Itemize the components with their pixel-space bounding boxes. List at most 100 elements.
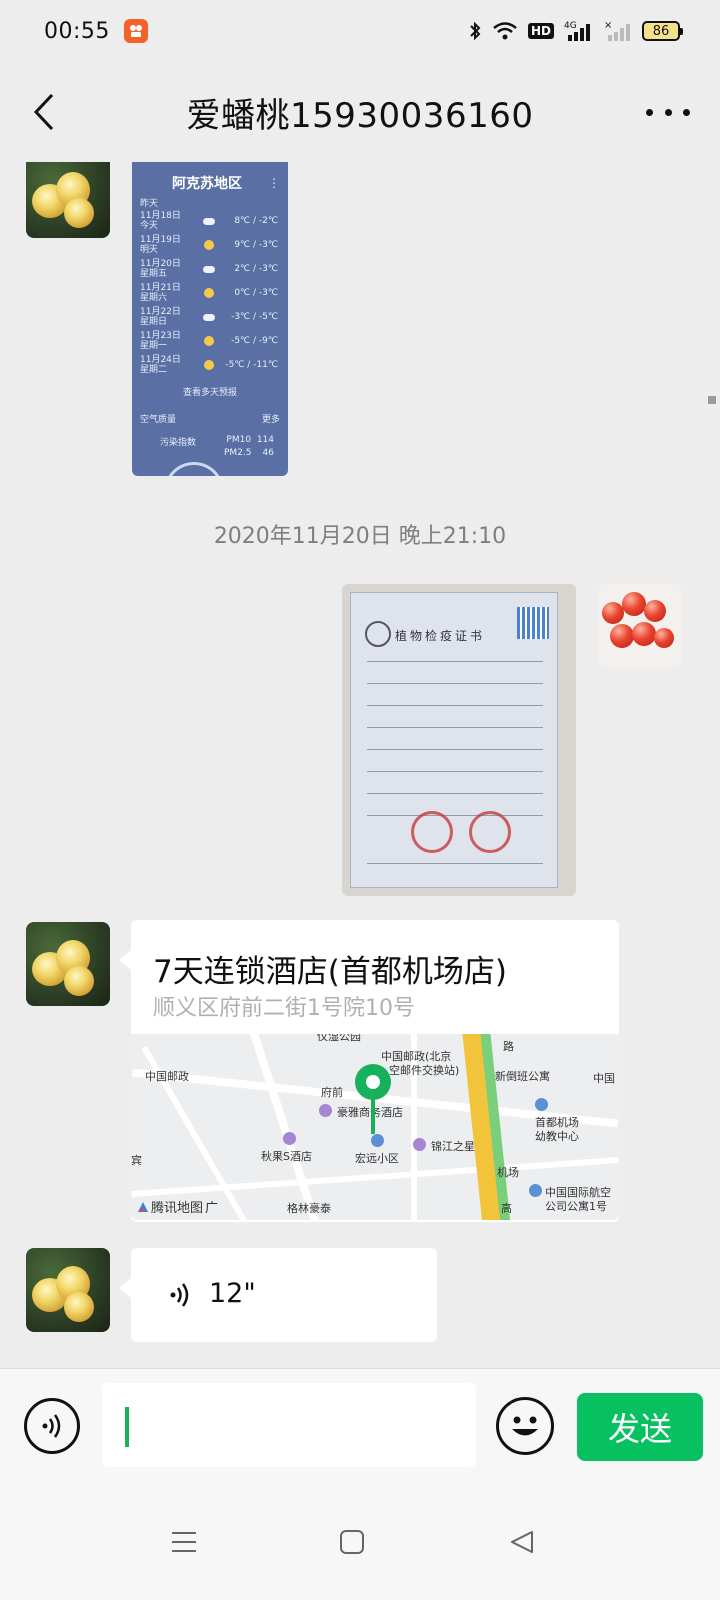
voice-icon [42, 1414, 61, 1438]
weather-temp: -3℃ / -5℃ [231, 312, 278, 322]
location-pin-stem [371, 1098, 375, 1134]
map-label: 宾 [131, 1154, 142, 1167]
weather-region: 阿克苏地区 [172, 176, 242, 192]
weather-forecast-list: 11月18日 今天 8℃ / -2℃ 11月19日 明天 9℃ / -3℃ 11月20日 星期… [140, 209, 280, 377]
pm25-value: 46 [262, 448, 274, 458]
menu-lines-icon [172, 1532, 196, 1552]
weather-row: 11月19日 明天 9℃ / -3℃ [140, 233, 280, 257]
red-stamp-icon [469, 811, 511, 853]
battery-icon: 86 [642, 21, 683, 41]
map-label: 路 [503, 1040, 514, 1053]
sun-icon [204, 240, 214, 250]
weather-row: 11月23日 星期一 -5℃ / -9℃ [140, 329, 280, 353]
message-timestamp: 2020年11月20日 晚上21:10 [213, 524, 507, 549]
weather-day: 明天 [140, 245, 159, 255]
weather-temp: 8℃ / -2℃ [234, 216, 278, 226]
yellow-peach-photo [26, 922, 110, 1006]
hotel-poi-icon [413, 1138, 426, 1151]
sun-icon [204, 336, 214, 346]
back-nav-button[interactable] [504, 1524, 540, 1560]
air-quality-more: 更多 [261, 415, 280, 425]
map-label: 空邮件交换站) [389, 1064, 460, 1077]
recent-apps-button[interactable] [166, 1524, 202, 1560]
weather-temp: 2℃ / -3℃ [234, 264, 278, 274]
input-bar: 发送 [0, 1368, 720, 1484]
hd-badge: HD [527, 23, 554, 39]
back-button[interactable] [24, 90, 64, 134]
more-dot-icon [664, 108, 672, 116]
weather-row: 11月20日 星期五 2℃ / -3℃ [140, 257, 280, 281]
status-time: 00:55 [44, 18, 110, 44]
weather-date: 11月21日 [140, 283, 181, 293]
map-label: 广 [205, 1201, 219, 1216]
certificate-title: 植物检疫证书 [395, 629, 486, 643]
sun-icon [204, 360, 214, 370]
system-nav-bar [0, 1484, 720, 1600]
weather-more-forecast: 查看多天预报 [182, 388, 237, 398]
yellow-peach-photo [26, 1248, 110, 1332]
voice-input-button[interactable] [24, 1398, 80, 1454]
scroll-indicator [708, 396, 716, 404]
quarantine-certificate-image[interactable]: 植物检疫证书 [342, 584, 576, 896]
cloud-icon [203, 265, 215, 273]
status-bar: 00:55 HD 4G × 86 [0, 0, 720, 62]
smiley-icon [512, 1416, 538, 1436]
weather-day: 星期五 [140, 269, 168, 279]
qr-code-icon [517, 607, 549, 639]
map-label: 新倒班公寓 [495, 1070, 550, 1083]
chat-title: 爱蟠桃15930036160 [186, 95, 534, 136]
home-square-icon [340, 1530, 364, 1554]
weather-temp: 0℃ / -3℃ [234, 288, 278, 298]
weather-date: 11月20日 [140, 259, 181, 269]
send-button[interactable]: 发送 [577, 1393, 703, 1461]
location-map[interactable]: 仪湿公园 中国邮政 中国邮政(北京 空邮件交换站) 路 新倒班公寓 中国 府前 … [131, 1034, 619, 1220]
weather-temp: -5℃ / -11℃ [225, 360, 278, 370]
location-message-card[interactable]: 7天连锁酒店(首都机场店) 顺义区府前二街1号院10号 仪湿公园 中国邮政 中国… [119, 920, 619, 1222]
chat-area[interactable]: 阿克苏地区 ⋮ 昨天 11月18日 今天 8℃ / -2℃ 11月19日 明天 9℃ / … [0, 162, 720, 1392]
weather-screenshot-image[interactable]: 阿克苏地区 ⋮ 昨天 11月18日 今天 8℃ / -2℃ 11月19日 明天 9℃ / … [132, 162, 288, 476]
more-dot-icon [683, 108, 690, 116]
svg-text:4G: 4G [564, 21, 577, 31]
contact-avatar[interactable] [26, 162, 110, 238]
map-label: 幼教中心 [535, 1130, 579, 1143]
weather-day: 今天 [140, 221, 159, 231]
message-input[interactable] [102, 1383, 476, 1467]
weather-day: 星期一 [140, 341, 168, 351]
weather-row: 11月18日 今天 8℃ / -2℃ [140, 209, 280, 233]
contact-avatar[interactable] [26, 922, 110, 1006]
school-poi-icon [535, 1098, 548, 1111]
back-triangle-icon [511, 1531, 533, 1553]
building-poi-icon [529, 1184, 542, 1197]
map-label: 高 [501, 1202, 512, 1215]
map-label: 中国 [593, 1072, 615, 1085]
sun-icon [204, 288, 214, 298]
my-avatar[interactable] [598, 584, 682, 668]
map-label: 中国邮政 [145, 1070, 189, 1083]
contact-avatar[interactable] [26, 1248, 110, 1332]
voice-duration: 12" [209, 1278, 256, 1309]
location-address: 顺义区府前二街1号院10号 [153, 996, 415, 1021]
weather-date: 11月24日 [140, 355, 181, 365]
more-dot-icon [646, 108, 653, 116]
map-label: 宏远小区 [355, 1152, 399, 1165]
map-label: 豪雅商务酒店 [337, 1106, 403, 1119]
location-pin-icon [355, 1064, 391, 1100]
weather-day: 星期日 [140, 317, 168, 327]
signal-nosim-icon: × [604, 19, 632, 43]
map-label: 府前 [321, 1086, 343, 1099]
emoji-button[interactable] [496, 1397, 554, 1455]
pollution-gauge [164, 462, 224, 476]
residence-poi-icon [371, 1134, 384, 1147]
map-label: 秋果S酒店 [261, 1150, 312, 1163]
pm10-value: 114 [256, 435, 274, 445]
map-label: 公司公寓1号 [545, 1200, 607, 1213]
title-bar: 爱蟠桃15930036160 [0, 62, 720, 162]
back-arrow-icon [33, 93, 54, 131]
voice-wave-icon [170, 1283, 189, 1307]
more-options-button[interactable] [646, 100, 690, 124]
weather-day: 星期二 [140, 365, 168, 375]
pollution-index-label: 污染指数 [160, 438, 197, 448]
voice-message-bubble[interactable]: 12" [119, 1248, 437, 1342]
home-button[interactable] [334, 1524, 370, 1560]
weather-row: 11月24日 星期二 -5℃ / -11℃ [140, 353, 280, 377]
